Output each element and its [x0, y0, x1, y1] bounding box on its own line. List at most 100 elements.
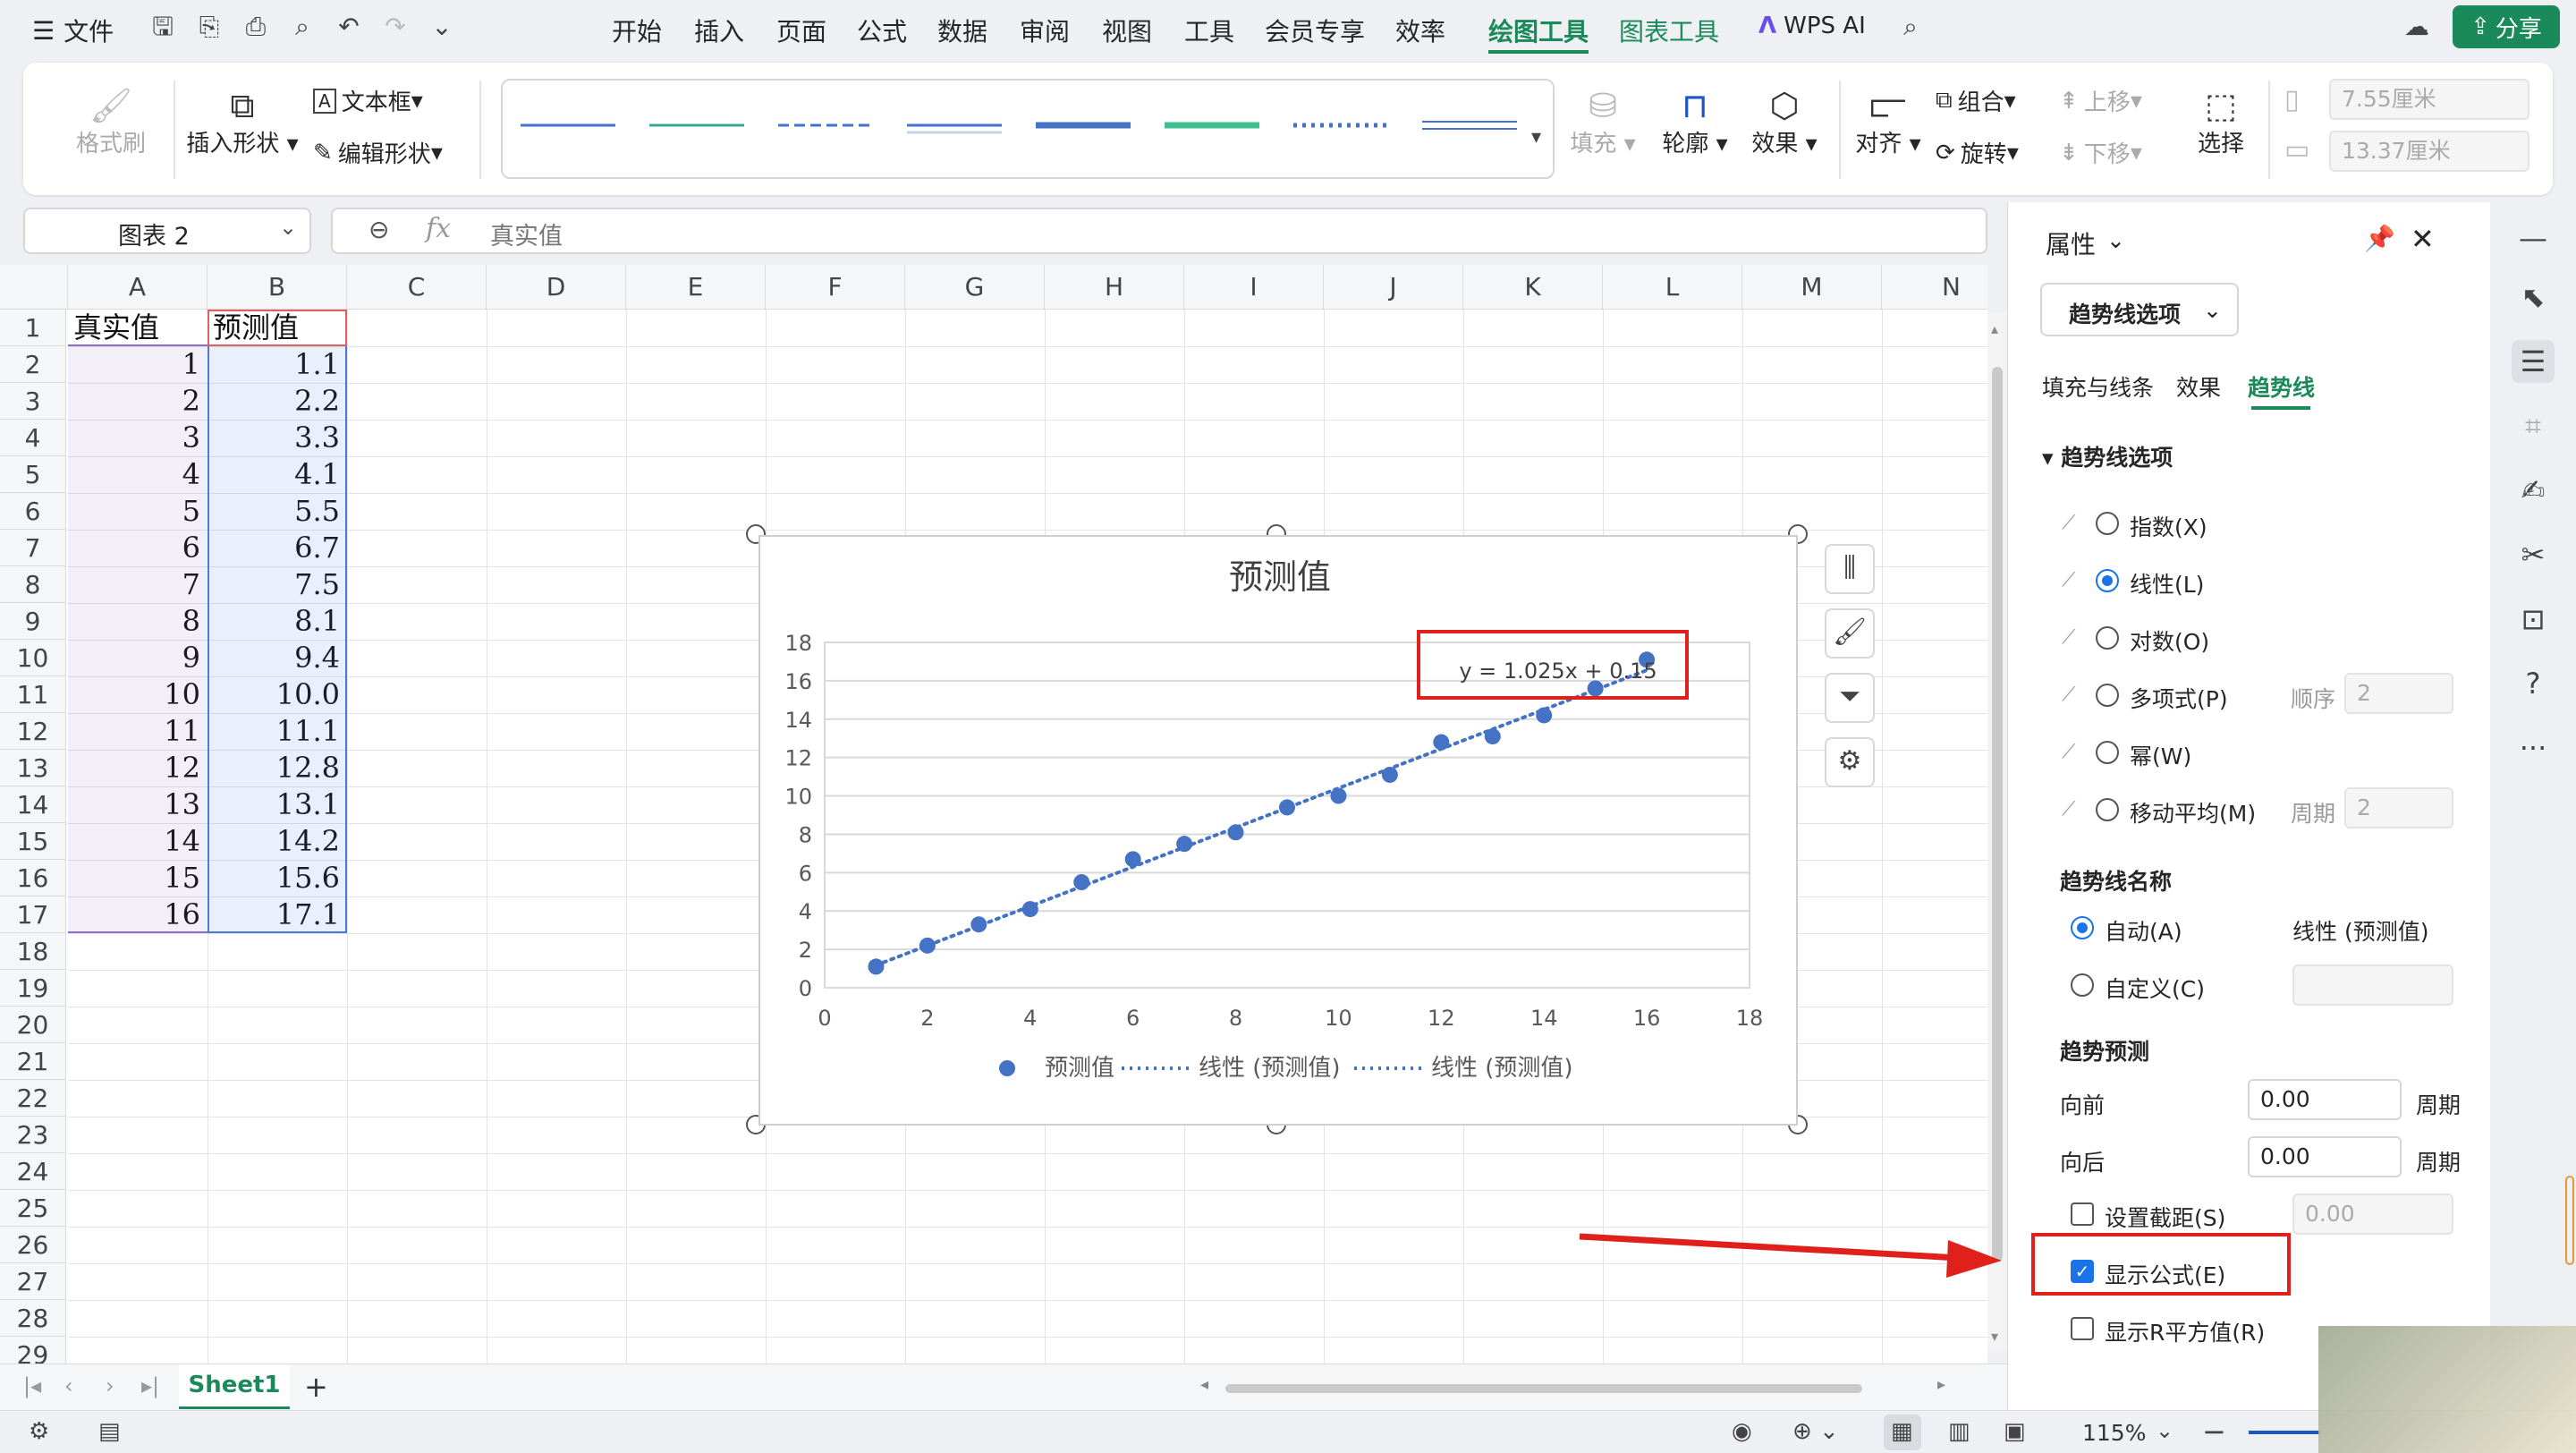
help-icon[interactable]: ? — [2512, 662, 2555, 705]
row-header[interactable]: 22 — [0, 1080, 66, 1117]
pointer-icon[interactable]: ⬉ — [2512, 276, 2555, 319]
data-point[interactable] — [1484, 728, 1501, 745]
column-header-b[interactable]: B — [208, 265, 347, 310]
fill-button[interactable]: ⛁ 填充 ▾ — [1567, 86, 1639, 158]
scroll-thumb[interactable] — [1992, 367, 2003, 1262]
next-sheet-icon[interactable]: › — [106, 1373, 114, 1398]
text-box-button[interactable]: A 文本框 ▾ — [313, 84, 423, 117]
edit-shape-button[interactable]: ✎ 编辑形状 ▾ — [313, 136, 443, 169]
file-menu[interactable]: ☰ 文件 — [32, 13, 114, 48]
redo-icon[interactable]: ↷ — [379, 11, 411, 43]
label-logarithmic[interactable]: 对数(O) — [2130, 625, 2209, 657]
sheet-tab-sheet1[interactable]: Sheet1 — [179, 1364, 290, 1409]
prev-sheet-icon[interactable]: ‹ — [64, 1373, 73, 1398]
save-icon[interactable]: 🖫 — [147, 11, 179, 43]
period-stepper[interactable]: 2 — [2344, 787, 2453, 828]
row-header[interactable]: 18 — [0, 933, 66, 970]
chart-style-brush-icon[interactable]: 🖌 — [1825, 608, 1875, 659]
custom-name-input[interactable] — [2292, 964, 2453, 1006]
checkbox-show-r2[interactable] — [2071, 1317, 2094, 1340]
data-point[interactable] — [1279, 799, 1295, 816]
trendline-options-dropdown[interactable]: 趋势线选项 ⌄ — [2040, 283, 2239, 336]
label-exponential[interactable]: 指数(X) — [2130, 510, 2207, 542]
chevron-down-icon[interactable]: ⌄ — [2106, 227, 2125, 253]
column-header-c[interactable]: C — [347, 265, 487, 310]
label-linear[interactable]: 线性(L) — [2130, 567, 2204, 599]
tools-icon[interactable]: ✂ — [2512, 533, 2555, 576]
eye-icon[interactable]: ◉ — [1732, 1418, 1752, 1445]
intercept-input[interactable]: 0.00 — [2292, 1194, 2453, 1235]
zoom-slider[interactable] — [2249, 1431, 2320, 1434]
row-header[interactable]: 1 — [0, 310, 66, 346]
section-trendline-options[interactable]: ▾ 趋势线选项 — [2042, 440, 2173, 472]
column-header-a[interactable]: A — [68, 265, 208, 310]
radio-polynomial[interactable] — [2096, 684, 2119, 707]
row-header[interactable]: 19 — [0, 970, 66, 1007]
wps-ai-button[interactable]: Λ WPS AI — [1758, 13, 1866, 39]
label-name-auto[interactable]: 自动(A) — [2105, 914, 2182, 947]
add-sheet-icon[interactable]: + — [304, 1370, 328, 1404]
formula-bar[interactable]: ⊖ fx 真实值 — [331, 208, 1987, 254]
gallery-expand-icon[interactable]: ▾ — [1531, 126, 1541, 149]
row-header[interactable]: 23 — [0, 1117, 66, 1153]
column-header-g[interactable]: G — [905, 265, 1045, 310]
row-header[interactable]: 17 — [0, 896, 66, 933]
row-header[interactable]: 25 — [0, 1190, 66, 1227]
zoom-search-icon[interactable]: ⊖ — [369, 215, 389, 244]
menu-data[interactable]: 数据 — [937, 13, 987, 48]
chart-filter-icon[interactable]: ⏷ — [1825, 673, 1875, 723]
page-layout-icon[interactable]: ▥ — [1948, 1418, 1970, 1445]
row-header[interactable]: 12 — [0, 713, 66, 750]
column-header-l[interactable]: L — [1603, 265, 1742, 310]
chart-title[interactable]: 预测值 — [1229, 557, 1331, 597]
label-power[interactable]: 幂(W) — [2130, 739, 2191, 771]
row-header[interactable]: 24 — [0, 1153, 66, 1190]
menu-efficiency[interactable]: 效率 — [1395, 13, 1445, 48]
undo-icon[interactable]: ↶ — [333, 11, 365, 43]
data-point[interactable] — [1536, 707, 1553, 724]
panel-title[interactable]: 属性 — [2046, 225, 2096, 261]
row-header[interactable]: 4 — [0, 420, 66, 456]
crop-icon[interactable]: ⌗ — [2512, 404, 2555, 447]
height-input[interactable]: 13.37厘米 — [2329, 131, 2529, 172]
macro-icon[interactable]: ⚙ — [29, 1418, 49, 1445]
zoom-out-icon[interactable]: − — [2202, 1415, 2226, 1449]
row-header[interactable]: 7 — [0, 530, 66, 566]
label-show-r2[interactable]: 显示R平方值(R) — [2105, 1315, 2265, 1347]
menu-chart-tools[interactable]: 图表工具 — [1619, 13, 1719, 48]
data-point[interactable] — [919, 937, 936, 954]
minimize-icon[interactable]: — — [2512, 217, 2555, 259]
label-moving-average[interactable]: 移动平均(M) — [2130, 796, 2256, 828]
rotate-button[interactable]: ⟳ 旋转 ▾ — [1936, 136, 2019, 169]
doc-icon[interactable]: ▤ — [98, 1418, 121, 1445]
data-point[interactable] — [1330, 787, 1347, 804]
legend-label-series[interactable]: 预测值 — [1045, 1055, 1114, 1082]
radio-moving-average[interactable] — [2096, 798, 2119, 821]
menu-review[interactable]: 审阅 — [1020, 13, 1070, 48]
properties-sliders-icon[interactable]: ☰ — [2512, 340, 2555, 383]
label-polynomial[interactable]: 多项式(P) — [2130, 682, 2228, 714]
data-point[interactable] — [1073, 874, 1090, 891]
outline-button[interactable]: ⊓ 轮廓 ▾ — [1655, 86, 1735, 158]
row-header[interactable]: 5 — [0, 456, 66, 493]
chart-settings-icon[interactable]: ⚙ — [1825, 737, 1875, 787]
style-icon[interactable]: ✍ — [2512, 469, 2555, 512]
label-set-intercept[interactable]: 设置截距(S) — [2105, 1201, 2225, 1233]
data-point[interactable] — [1021, 901, 1038, 918]
data-point[interactable] — [1176, 836, 1193, 853]
row-header[interactable]: 2 — [0, 346, 66, 383]
column-header-j[interactable]: J — [1324, 265, 1463, 310]
row-header[interactable]: 11 — [0, 676, 66, 713]
book-icon[interactable]: ⊡ — [2512, 598, 2555, 641]
chart-elements-icon[interactable]: ⫼ — [1825, 544, 1875, 594]
print-preview-icon[interactable]: ⌕ — [286, 11, 318, 43]
bring-forward-button[interactable]: ⇞ 上移 ▾ — [2059, 84, 2142, 117]
data-point[interactable] — [1227, 824, 1244, 841]
tab-trendline[interactable]: 趋势线 — [2248, 370, 2315, 403]
close-icon[interactable]: ✕ — [2411, 222, 2435, 256]
menu-page[interactable]: 页面 — [776, 13, 826, 48]
column-header-d[interactable]: D — [487, 265, 626, 310]
column-header-f[interactable]: F — [766, 265, 905, 310]
data-point[interactable] — [1381, 766, 1398, 783]
legend-label-trend-2[interactable]: 线性 (预测值) — [1431, 1055, 1573, 1082]
